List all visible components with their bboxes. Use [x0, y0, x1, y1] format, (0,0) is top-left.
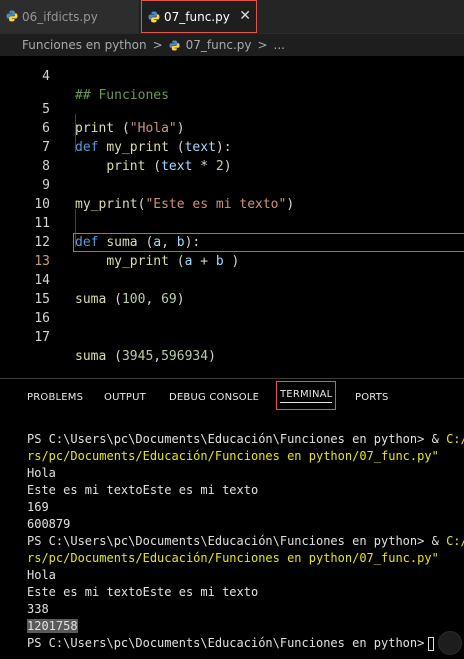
terminal-output: 1201758	[27, 618, 464, 635]
python-icon	[6, 10, 18, 22]
code-line[interactable]: 8	[0, 138, 464, 174]
code-line[interactable]: 16	[0, 290, 464, 326]
tab-ports[interactable]: PORTS	[355, 392, 389, 403]
code-text: suma (3945,596934)	[75, 349, 216, 364]
terminal-cursor	[428, 636, 435, 651]
breadcrumb: Funciones en python > 07_func.py > ...	[0, 34, 464, 56]
breadcrumb-more[interactable]: ...	[274, 38, 285, 52]
close-icon[interactable]: ✕	[239, 8, 251, 24]
terminal-output: 600879	[27, 517, 71, 531]
panel-tabs: PROBLEMS OUTPUT DEBUG CONSOLE TERMINAL P…	[0, 379, 464, 417]
code-line[interactable]: 5 print ("Hola")	[0, 81, 464, 136]
breadcrumb-folder[interactable]: Funciones en python	[22, 38, 147, 52]
code-line[interactable]: 9 my_print("Este es mi texto")	[0, 157, 464, 212]
line-number: 17	[34, 330, 50, 345]
terminal-output: Hola	[27, 466, 56, 480]
selected-output[interactable]: 1201758	[27, 619, 78, 633]
code-line[interactable]: 13	[0, 233, 464, 269]
code-editor[interactable]: 4 ## Funciones 5 print ("Hola") 6 def my…	[0, 56, 464, 378]
tab-problems[interactable]: PROBLEMS	[27, 392, 83, 403]
tab-debug-console[interactable]: DEBUG CONSOLE	[169, 392, 259, 403]
python-icon	[169, 39, 180, 51]
tab-terminal[interactable]: TERMINAL	[276, 381, 337, 410]
code-line[interactable]: 12 my_print (a + b )	[0, 214, 464, 269]
code-line[interactable]: 6 def my_print (text):	[0, 100, 464, 155]
terminal-output: Este es mi textoEste es mi texto	[27, 483, 259, 497]
terminal-output: Este es mi textoEste es mi texto	[27, 585, 259, 599]
terminal-output: 169	[27, 500, 49, 514]
terminal-output: Hola	[27, 568, 56, 582]
editor-tab-bar: 06_ifdicts.py 07_func.py ✕	[0, 0, 464, 34]
tab-label: 07_func.py	[164, 9, 230, 24]
code-line[interactable]: 10	[0, 176, 464, 212]
tab-label: 06_ifdicts.py	[22, 9, 98, 24]
terminal-line: PS C:\Users\pc\Documents\Educación\Funci…	[27, 534, 464, 548]
breadcrumb-file[interactable]: 07_func.py	[186, 38, 252, 52]
code-line[interactable]: 7 print (text * 2)	[0, 119, 464, 174]
code-line[interactable]: 17 suma (3945,596934)	[0, 309, 464, 364]
chevron-right-icon: >	[152, 38, 163, 52]
terminal-line: rs/pc/Documents/Educación/Funciones en p…	[27, 551, 439, 565]
python-icon	[148, 11, 160, 23]
terminal-line: PS C:\Users\pc\Documents\Educación\Funci…	[27, 432, 464, 446]
code-line[interactable]: 11 def suma (a, b):	[0, 195, 464, 250]
code-line[interactable]: 15	[0, 271, 464, 307]
tab-terminal-label: TERMINAL	[280, 389, 333, 403]
bottom-panel: PROBLEMS OUTPUT DEBUG CONSOLE TERMINAL P…	[0, 378, 464, 659]
tab-output[interactable]: OUTPUT	[104, 392, 146, 403]
code-line[interactable]: 4 ## Funciones	[0, 56, 464, 103]
tab-07-func[interactable]: 07_func.py ✕	[141, 0, 257, 33]
watermark-logo	[438, 631, 462, 655]
terminal[interactable]: PS C:\Users\pc\Documents\Educación\Funci…	[27, 431, 464, 652]
code-line[interactable]: 14 suma (100, 69)	[0, 252, 464, 307]
terminal-line: rs/pc/Documents/Educación/Funciones en p…	[27, 449, 439, 463]
chevron-right-icon: >	[257, 38, 268, 52]
terminal-prompt-line[interactable]: PS C:\Users\pc\Documents\Educación\Funci…	[27, 635, 464, 652]
tab-06-ifdicts[interactable]: 06_ifdicts.py	[0, 0, 140, 33]
terminal-output: 338	[27, 602, 49, 616]
